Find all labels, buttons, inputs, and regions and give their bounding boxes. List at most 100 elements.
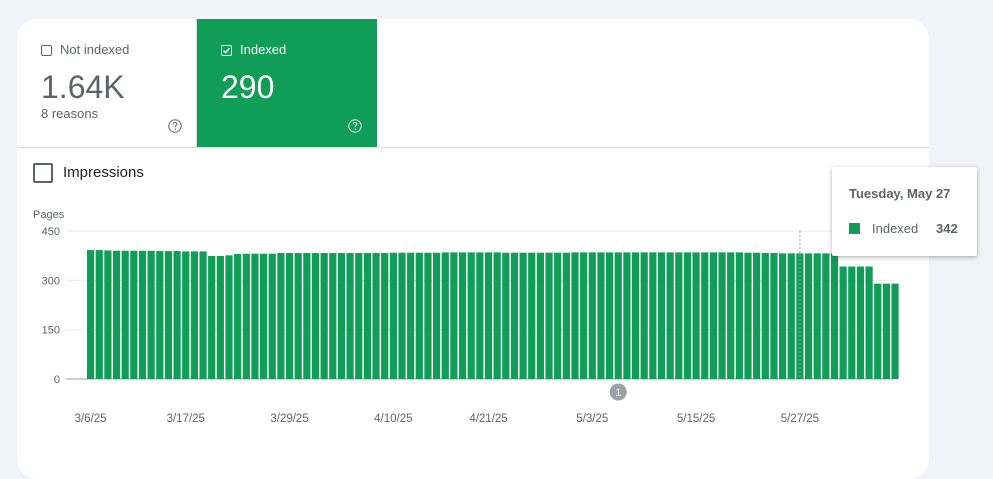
x-tick-label: 3/17/25: [167, 413, 205, 425]
bar: [588, 252, 596, 379]
bar: [225, 255, 233, 379]
y-axis-label: Pages: [33, 209, 65, 221]
bar: [458, 252, 467, 379]
bar: [727, 252, 735, 379]
bar: [519, 252, 527, 379]
bar: [528, 252, 536, 379]
y-tick-label: 150: [42, 325, 60, 337]
bar: [709, 252, 717, 379]
bars-group: [87, 250, 899, 379]
bar: [355, 253, 363, 379]
bar: [510, 252, 519, 379]
bar: [502, 252, 510, 379]
x-tick-label: 4/21/25: [469, 413, 507, 425]
bar: [597, 252, 605, 379]
bar: [804, 253, 813, 379]
bar: [424, 252, 432, 379]
bar: [372, 253, 380, 379]
bar: [320, 253, 328, 379]
bar: [830, 253, 839, 379]
bar: [363, 253, 371, 379]
bar: [640, 252, 648, 379]
bar: [277, 253, 285, 379]
bar: [649, 252, 657, 379]
bar: [164, 251, 173, 379]
bar: [606, 252, 614, 379]
bar: [415, 252, 423, 379]
x-tick-label: 5/27/25: [781, 413, 819, 425]
bar: [104, 250, 112, 379]
bar: [554, 252, 562, 379]
bar: [156, 251, 164, 379]
bar: [882, 283, 890, 379]
x-tick-label: 5/15/25: [677, 413, 715, 425]
bar: [545, 252, 553, 379]
bar: [476, 252, 484, 379]
bar: [389, 252, 397, 379]
bar: [208, 255, 216, 379]
bar: [718, 252, 726, 379]
bar: [216, 255, 224, 379]
bar: [623, 252, 631, 379]
bar: [787, 253, 795, 379]
bar: [311, 253, 320, 379]
bar: [865, 266, 873, 379]
bar: [770, 253, 778, 379]
bar: [130, 250, 138, 379]
bar: [268, 253, 276, 379]
y-tick-label: 450: [42, 226, 60, 238]
bar: [251, 253, 259, 379]
tooltip-date: Tuesday, May 27: [849, 186, 951, 201]
bar: [121, 250, 129, 379]
bar: [848, 266, 856, 379]
bar: [381, 253, 389, 379]
bar: [571, 252, 579, 379]
bar: [779, 253, 787, 379]
annotation-label: 1: [615, 387, 621, 399]
x-tick-label: 5/3/25: [576, 413, 608, 425]
bar: [753, 252, 761, 379]
bar: [839, 266, 847, 379]
bar: [190, 251, 198, 379]
bar: [631, 252, 640, 379]
bar: [87, 250, 95, 379]
bar: [580, 252, 588, 379]
bar: [441, 252, 449, 379]
bar: [346, 253, 354, 379]
bar: [199, 251, 207, 379]
bar: [614, 252, 622, 379]
x-tick-label: 3/29/25: [270, 413, 308, 425]
bar: [493, 252, 501, 379]
tooltip-series-name: Indexed: [872, 221, 919, 236]
bar: [407, 252, 415, 379]
bar: [294, 253, 302, 379]
bar: [874, 283, 882, 379]
bar: [173, 251, 181, 379]
bar: [813, 253, 821, 379]
bar: [657, 252, 666, 379]
bar: [675, 252, 683, 379]
tooltip-series-swatch: [849, 223, 860, 234]
bar: [112, 250, 121, 379]
chart-tooltip: Tuesday, May 27 Indexed 342: [832, 167, 977, 256]
bar: [683, 252, 692, 379]
bar: [242, 253, 250, 379]
bar: [182, 251, 190, 379]
bar: [95, 250, 103, 379]
bar: [467, 252, 475, 379]
x-tick-label: 4/10/25: [374, 413, 412, 425]
bar: [735, 252, 743, 379]
bar: [433, 252, 441, 379]
x-tick-label: 3/6/25: [75, 413, 107, 425]
bar: [260, 253, 268, 379]
bar: [303, 253, 311, 379]
tooltip-series-value: 342: [936, 221, 958, 236]
bar: [761, 253, 769, 379]
bar: [536, 252, 544, 379]
bar: [450, 252, 458, 379]
bar: [891, 283, 899, 379]
bar: [329, 253, 337, 379]
bar: [234, 254, 242, 379]
bar: [484, 252, 493, 379]
bar: [138, 250, 147, 379]
